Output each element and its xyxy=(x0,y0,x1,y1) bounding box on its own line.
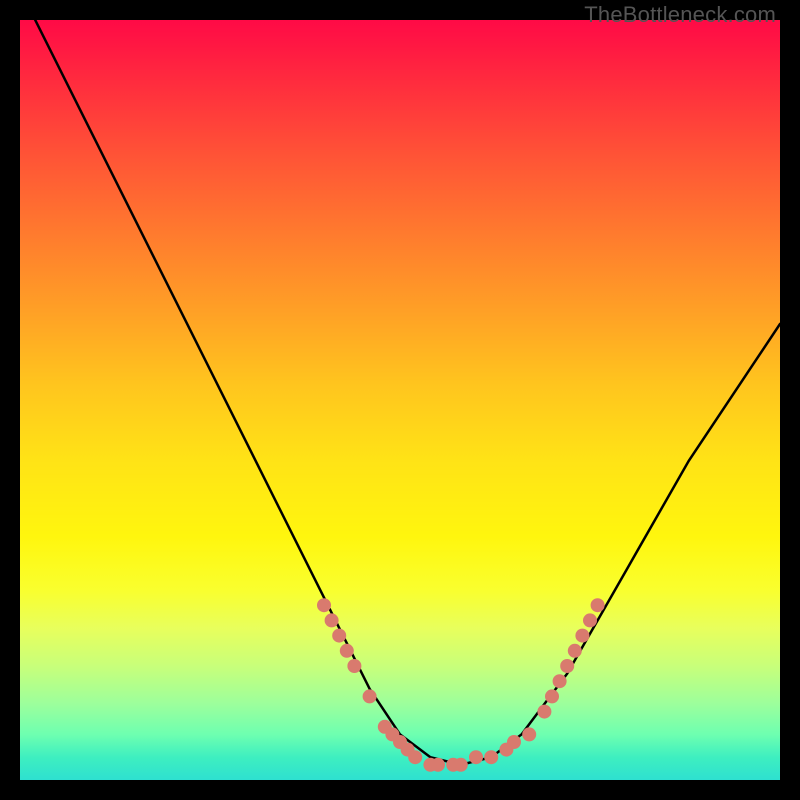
data-point xyxy=(340,644,354,658)
curve-layer xyxy=(35,20,780,765)
data-point xyxy=(332,629,346,643)
chart-svg xyxy=(20,20,780,780)
data-point xyxy=(363,689,377,703)
data-point xyxy=(545,689,559,703)
data-point xyxy=(325,613,339,627)
data-point xyxy=(591,598,605,612)
data-point xyxy=(560,659,574,673)
data-point xyxy=(347,659,361,673)
data-point xyxy=(507,735,521,749)
watermark-text: TheBottleneck.com xyxy=(584,2,776,28)
data-point xyxy=(537,705,551,719)
data-point xyxy=(575,629,589,643)
data-point xyxy=(522,727,536,741)
bottleneck-curve xyxy=(35,20,780,765)
data-point xyxy=(431,758,445,772)
data-point xyxy=(317,598,331,612)
data-point xyxy=(583,613,597,627)
data-point xyxy=(469,750,483,764)
data-point xyxy=(553,674,567,688)
data-point xyxy=(454,758,468,772)
data-point xyxy=(408,750,422,764)
data-point xyxy=(484,750,498,764)
chart-frame: TheBottleneck.com xyxy=(0,0,800,800)
dots-layer xyxy=(317,598,605,772)
data-point xyxy=(568,644,582,658)
